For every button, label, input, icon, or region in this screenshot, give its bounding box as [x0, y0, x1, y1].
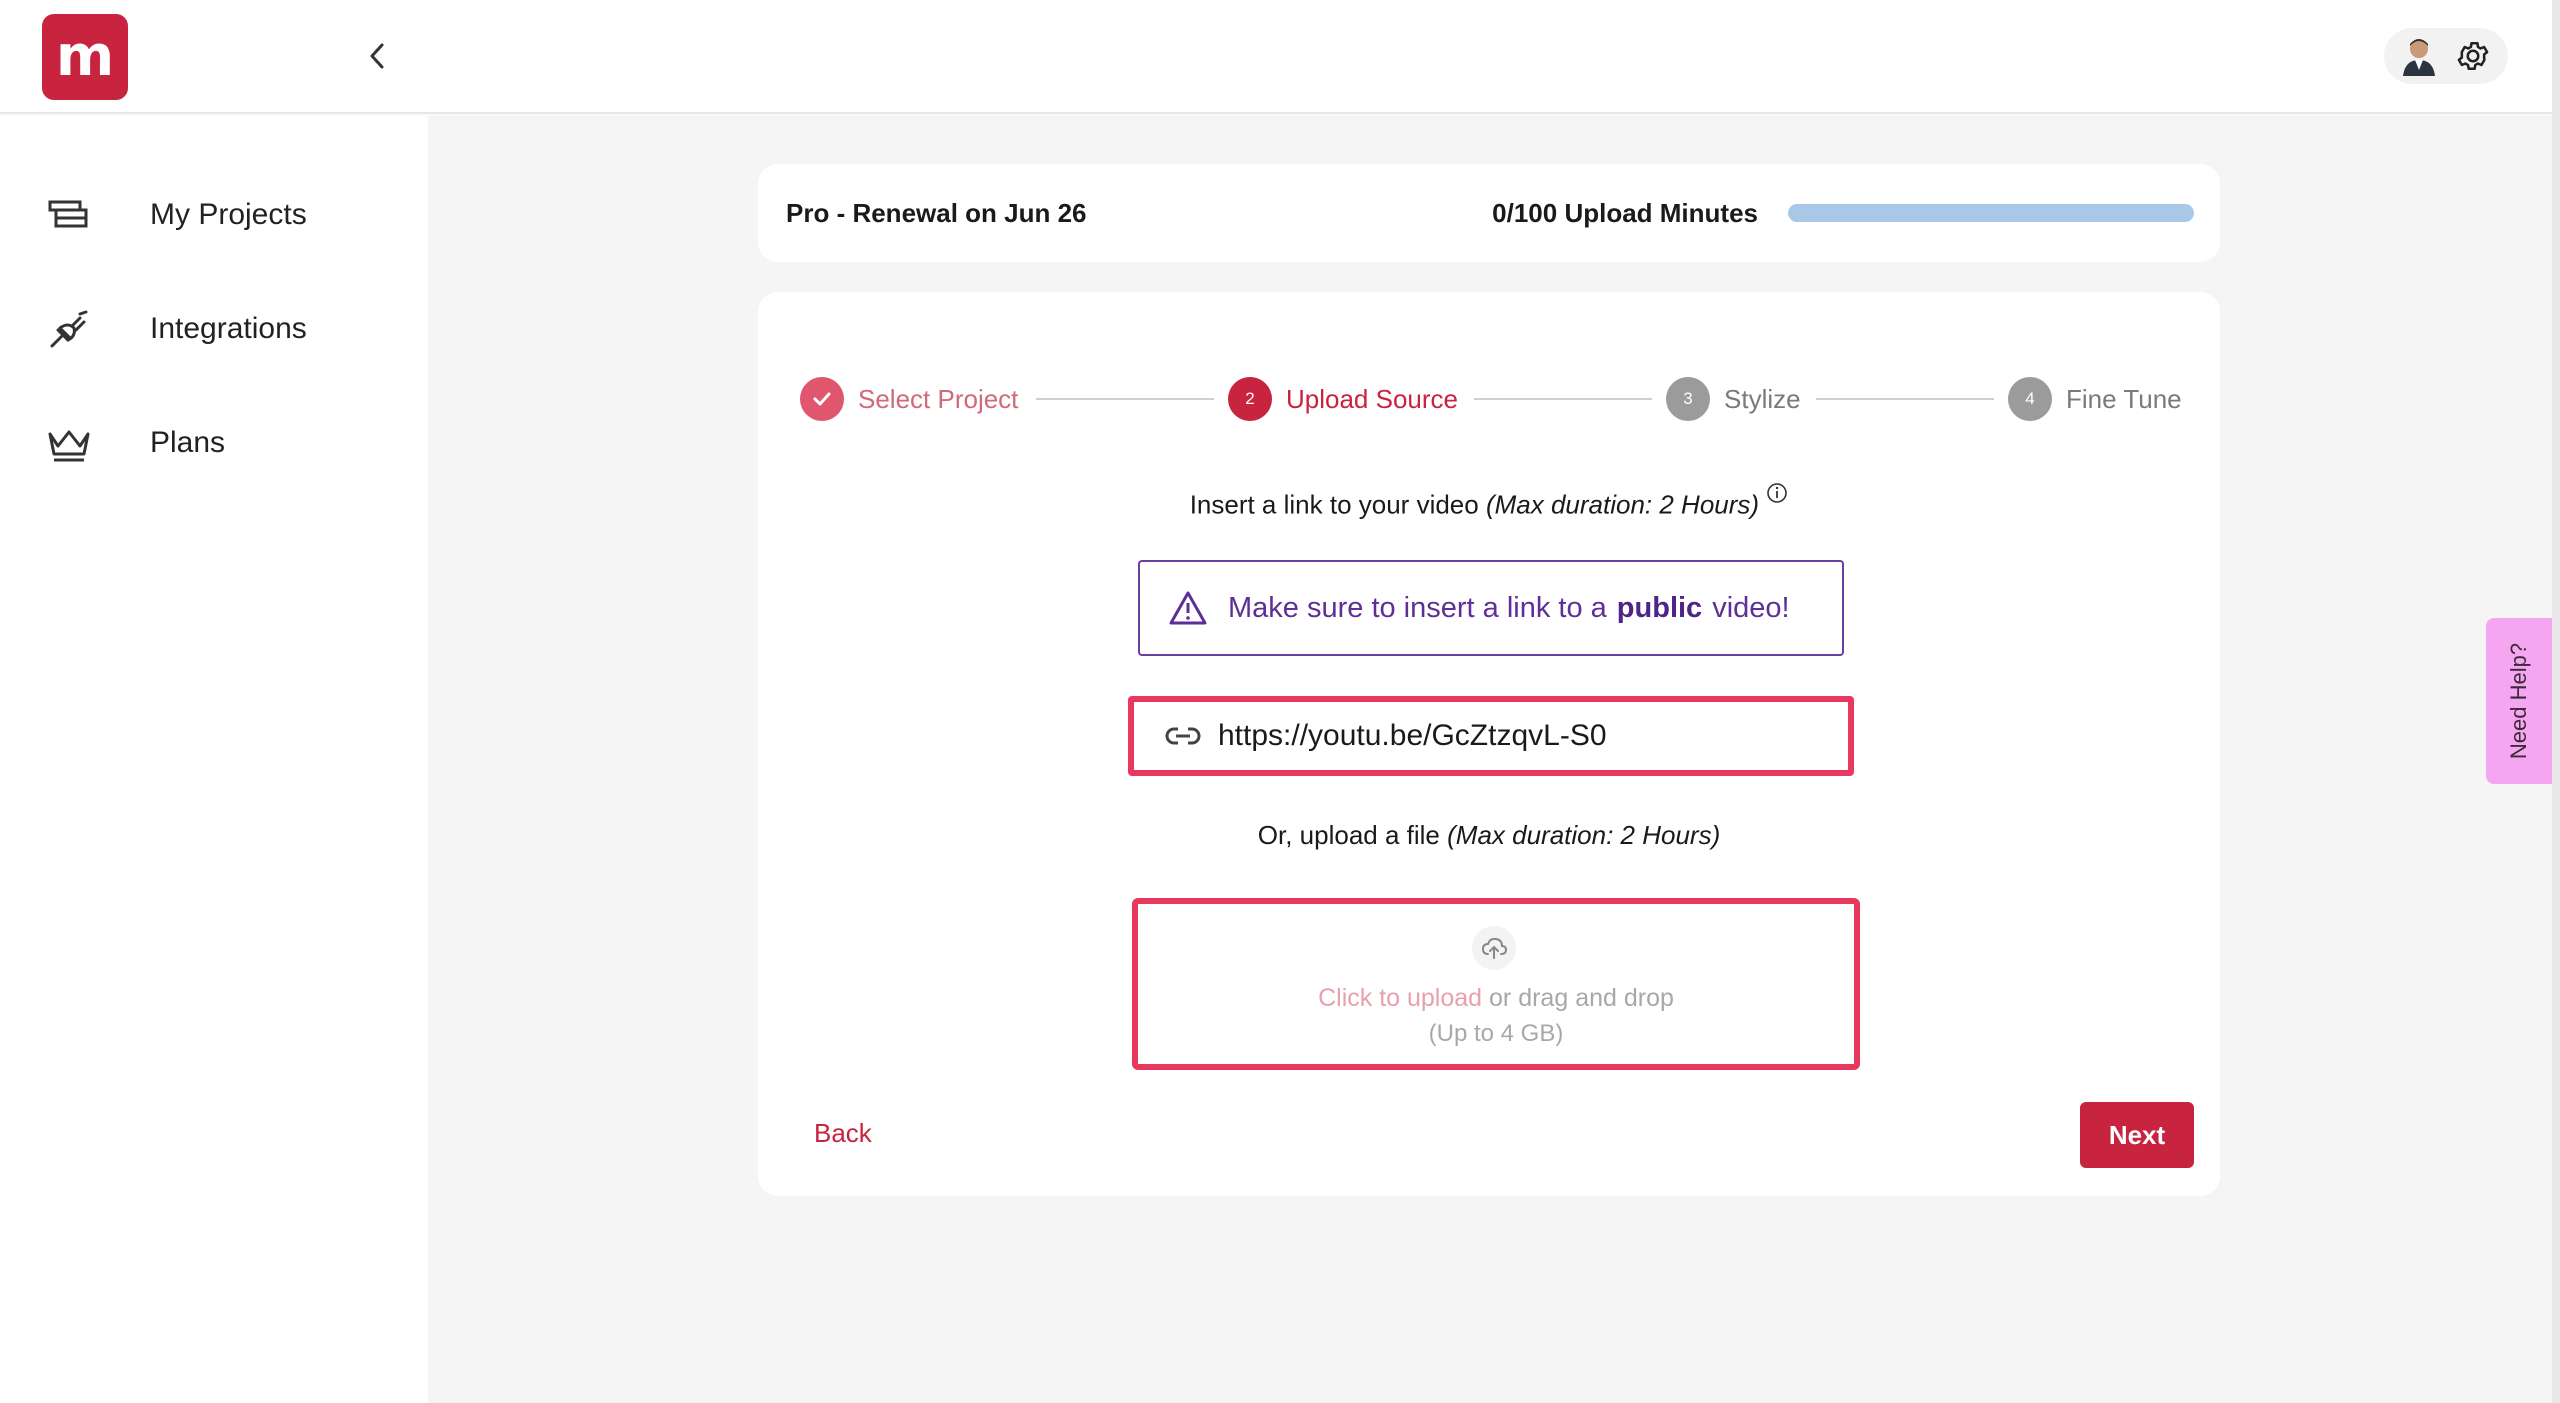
chevron-left-icon — [370, 43, 384, 69]
plan-card: Pro - Renewal on Jun 26 0/100 Upload Min… — [758, 164, 2220, 262]
upload-card: Select Project 2 Upload Source 3 Stylize… — [758, 292, 2220, 1196]
warning-prefix: Make sure to insert a link to a — [1228, 591, 1607, 624]
plan-renewal-text: Pro - Renewal on Jun 26 — [786, 198, 1087, 228]
upload-minutes-progress — [1788, 204, 2194, 222]
sidebar-item-plans[interactable]: Plans — [0, 398, 428, 488]
click-to-upload-link[interactable]: Click to upload — [1318, 984, 1482, 1012]
need-help-label: Need Help? — [2506, 642, 2531, 760]
stack-icon — [48, 200, 88, 228]
or-text: Or, upload a file — [1257, 820, 1440, 850]
page-scrollbar[interactable] — [2552, 0, 2560, 1403]
step-label: Fine Tune — [2066, 383, 2182, 414]
check-icon — [800, 377, 844, 421]
step-connector — [1474, 398, 1652, 400]
gear-icon[interactable] — [2455, 38, 2491, 74]
step-fine-tune[interactable]: 4 Fine Tune — [2008, 376, 2182, 422]
step-label: Select Project — [858, 383, 1019, 414]
step-connector — [1036, 398, 1214, 400]
upload-minutes-text: 0/100 Upload Minutes — [1492, 198, 1758, 228]
or-note: (Max duration: 2 Hours) — [1447, 820, 1721, 850]
step-upload-source[interactable]: 2 Upload Source — [1228, 376, 1458, 422]
public-video-warning: Make sure to insert a link to a public v… — [1138, 560, 1844, 656]
upload-size-limit: (Up to 4 GB) — [1428, 1020, 1564, 1047]
need-help-tab[interactable]: Need Help? — [2486, 618, 2552, 784]
step-number: 2 — [1228, 377, 1272, 421]
app-logo[interactable]: m — [42, 14, 128, 100]
upload-file-instruction: Or, upload a file (Max duration: 2 Hours… — [758, 820, 2220, 851]
step-connector — [1816, 398, 1994, 400]
sidebar-item-label: Integrations — [150, 312, 307, 345]
plug-icon — [50, 310, 88, 348]
step-select-project[interactable]: Select Project — [800, 376, 1018, 422]
top-bar: m — [0, 0, 2552, 114]
file-dropzone[interactable]: Click to upload or drag and drop (Up to … — [1132, 898, 1860, 1070]
step-number: 3 — [1666, 377, 1710, 421]
logo-letter: m — [55, 24, 115, 89]
sidebar-item-label: Plans — [150, 426, 226, 459]
sidebar: My Projects Integrations Plans — [0, 116, 428, 1403]
drag-drop-text: or drag and drop — [1489, 984, 1674, 1012]
insert-text: Insert a link to your video — [1189, 489, 1479, 520]
video-link-input[interactable] — [1218, 719, 1818, 753]
back-button[interactable]: Back — [814, 1118, 872, 1149]
step-number: 4 — [2008, 377, 2052, 421]
sidebar-item-my-projects[interactable]: My Projects — [0, 170, 428, 260]
step-stylize[interactable]: 3 Stylize — [1666, 376, 1801, 422]
sidebar-item-label: My Projects — [150, 198, 307, 231]
cloud-upload-icon — [1472, 926, 1516, 970]
upload-prompt: Click to upload or drag and drop — [1138, 984, 1854, 1013]
collapse-sidebar-button[interactable] — [360, 36, 394, 76]
insert-note: (Max duration: 2 Hours) — [1485, 489, 1760, 520]
avatar[interactable] — [2401, 36, 2437, 76]
step-label: Stylize — [1724, 383, 1801, 414]
crown-icon — [48, 430, 90, 462]
link-icon — [1165, 727, 1201, 745]
warning-suffix: video! — [1712, 591, 1790, 624]
insert-link-instruction: Insert a link to your video (Max duratio… — [758, 482, 2220, 521]
step-label: Upload Source — [1286, 383, 1458, 414]
info-icon[interactable] — [1766, 482, 1788, 504]
warning-bold: public — [1616, 591, 1703, 624]
next-button[interactable]: Next — [2080, 1102, 2194, 1168]
sidebar-item-integrations[interactable]: Integrations — [0, 284, 428, 374]
warning-icon — [1169, 591, 1207, 625]
video-link-field[interactable] — [1128, 696, 1854, 776]
user-menu[interactable] — [2384, 28, 2508, 84]
